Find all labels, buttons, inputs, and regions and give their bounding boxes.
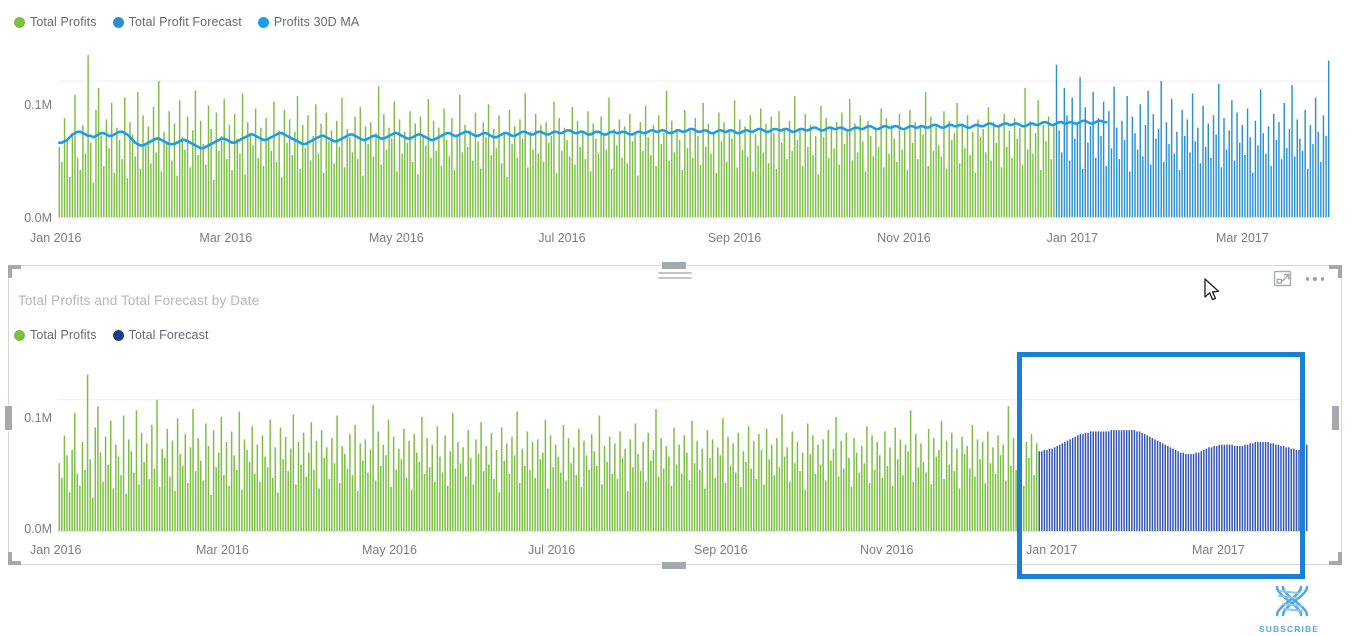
bottom-chart-plot-area[interactable] [58, 360, 1308, 532]
legend-swatch-total-profit-forecast [112, 16, 124, 28]
mouse-cursor [1204, 278, 1222, 304]
x-axis-tick: Jan 2016 [30, 543, 82, 557]
drag-grip-icon[interactable] [658, 272, 692, 282]
visual-title: Total Profits and Total Forecast by Date [18, 293, 260, 308]
top-chart-legend: Total Profits Total Profit Forecast Prof… [14, 15, 359, 29]
x-axis-tick: Sep 2016 [707, 231, 762, 245]
subscribe-watermark[interactable]: SUBSCRIBE [1258, 584, 1320, 634]
legend-swatch-profits-30d-ma [257, 16, 269, 28]
legend-label-total-profits-bottom: Total Profits [30, 328, 97, 342]
x-axis-tick: Nov 2016 [860, 543, 914, 557]
more-dot-2 [1313, 277, 1317, 281]
x-axis-tick: Jan 2017 [1046, 231, 1098, 245]
resize-handle-middle-right[interactable] [1331, 405, 1340, 431]
resize-handle-bottom-center[interactable] [661, 561, 687, 570]
legend-item-total-profits[interactable]: Total Profits [14, 15, 97, 29]
legend-label-profits-30d-ma: Profits 30D MA [273, 15, 360, 29]
x-axis-tick: Nov 2016 [877, 231, 931, 245]
more-dot-1 [1305, 277, 1310, 281]
resize-handle-top-right[interactable] [1328, 265, 1342, 279]
resize-handle-top-left[interactable] [8, 265, 22, 279]
subscribe-label: SUBSCRIBE [1259, 624, 1319, 634]
focus-mode-icon[interactable] [1272, 268, 1294, 290]
more-options-icon[interactable] [1302, 268, 1328, 290]
legend-item-total-forecast[interactable]: Total Forecast [112, 328, 209, 342]
bottom-y-axis-tick-high: 0.1M [24, 411, 52, 425]
legend-swatch-total-profits-bottom [14, 329, 25, 341]
x-axis-tick: Mar 2017 [1192, 543, 1245, 557]
x-axis-tick: Jul 2016 [528, 543, 576, 557]
legend-item-total-profit-forecast[interactable]: Total Profit Forecast [112, 15, 242, 29]
x-axis-tick: May 2016 [368, 231, 424, 245]
top-chart-plot-area[interactable] [58, 40, 1330, 218]
more-dot-3 [1320, 277, 1325, 281]
x-axis-tick: Jan 2017 [1026, 543, 1078, 557]
profit-forecast-overview-chart: Total Profits Total Profit Forecast Prof… [0, 0, 1352, 256]
bottom-x-axis: Jan 2016 Mar 2016 May 2016 Jul 2016 Sep 2016… [0, 543, 1352, 561]
top-y-axis-tick-high: 0.1M [24, 98, 52, 112]
x-axis-tick: Jul 2016 [538, 231, 586, 245]
resize-handle-bottom-right[interactable] [1328, 551, 1342, 565]
legend-label-total-profit-forecast: Total Profit Forecast [128, 15, 242, 29]
bottom-y-axis-tick-low: 0.0M [24, 522, 52, 536]
x-axis-tick: Jan 2016 [30, 231, 82, 245]
legend-label-total-forecast: Total Forecast [128, 328, 209, 342]
bottom-chart-legend: Total Profits Total Forecast [14, 328, 209, 342]
x-axis-tick: Mar 2016 [199, 231, 253, 245]
resize-handle-middle-left[interactable] [4, 405, 13, 431]
legend-label-total-profits: Total Profits [30, 15, 97, 29]
x-axis-tick: Mar 2017 [1216, 231, 1269, 245]
legend-item-total-profits-bottom[interactable]: Total Profits [14, 328, 97, 342]
x-axis-tick: Sep 2016 [694, 543, 748, 557]
x-axis-tick: May 2016 [362, 543, 417, 557]
resize-handle-top-center[interactable] [661, 261, 687, 270]
x-axis-tick: Mar 2016 [196, 543, 249, 557]
legend-swatch-total-forecast [112, 329, 124, 341]
legend-item-profits-30d-ma[interactable]: Profits 30D MA [257, 15, 360, 29]
legend-swatch-total-profits [14, 16, 25, 28]
top-x-axis: Jan 2016 Mar 2016 May 2016 Jul 2016 Sep 2016… [0, 231, 1352, 249]
top-y-axis-tick-low: 0.0M [24, 211, 52, 225]
dna-helix-icon [1275, 585, 1309, 617]
resize-handle-bottom-left[interactable] [8, 551, 22, 565]
